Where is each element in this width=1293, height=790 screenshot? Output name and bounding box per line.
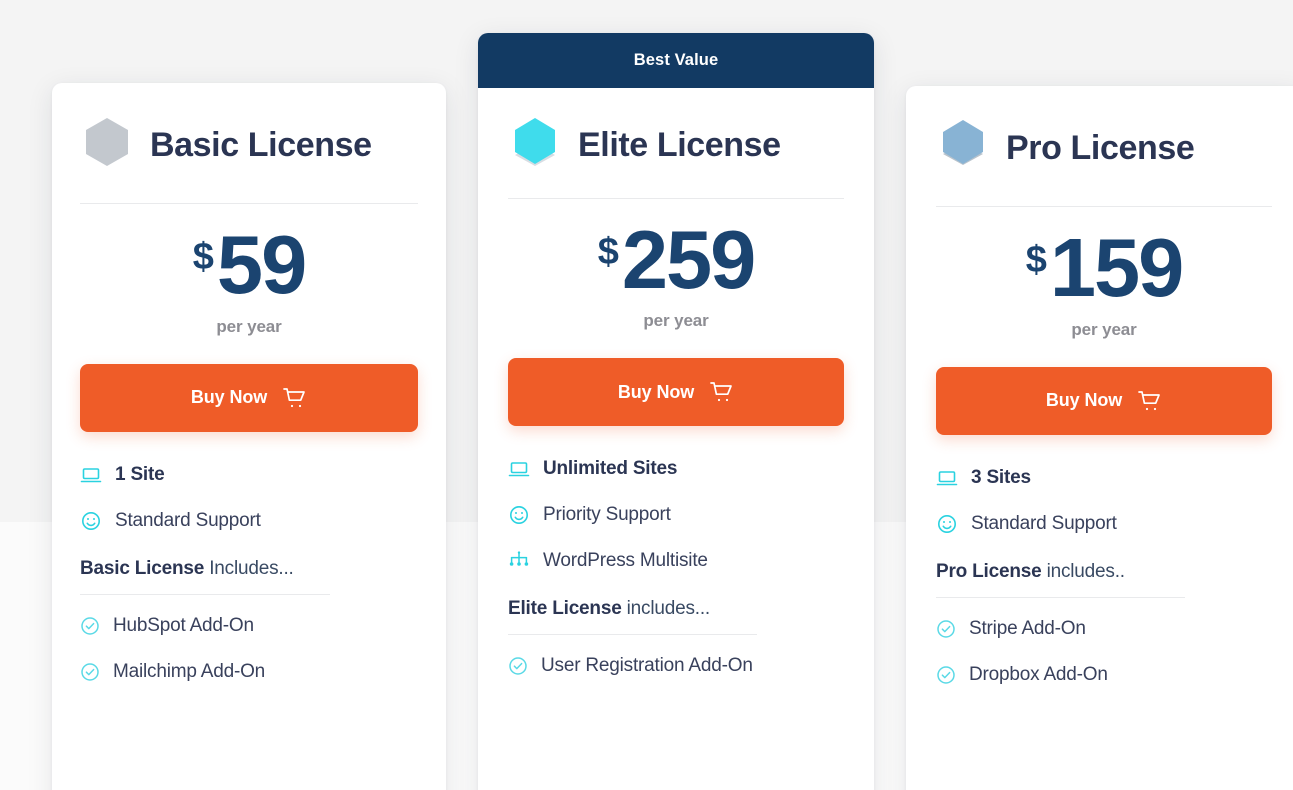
addons-basic: HubSpot Add-On Mailchimp Add-On <box>80 595 418 683</box>
feature-label: Unlimited Sites <box>543 458 678 480</box>
buy-wrap-elite: Buy Now <box>508 331 844 427</box>
pricing-card-pro[interactable]: Pro License $ 159 per year Buy Now 3 Sit… <box>906 86 1293 790</box>
feature-label: Priority Support <box>543 504 671 526</box>
feature-item: 3 Sites <box>936 467 1272 489</box>
hexagon-stack-cyan-icon <box>508 114 562 178</box>
buy-now-button-elite[interactable]: Buy Now <box>508 358 844 427</box>
buy-now-button-pro[interactable]: Buy Now <box>936 366 1272 435</box>
shopping-cart-icon <box>710 381 734 403</box>
plan-header-basic: Basic License <box>80 83 418 203</box>
includes-plan-name: Pro License <box>936 560 1042 582</box>
includes-suffix: includes... <box>621 598 711 620</box>
price-amount-basic: 59 <box>216 218 307 311</box>
plan-title-elite: Elite License <box>578 126 781 164</box>
card-body-elite: Elite License $ 259 per year Buy Now Unl… <box>478 88 874 678</box>
laptop-icon <box>508 458 530 480</box>
includes-title-elite: Elite License includes... <box>508 598 844 620</box>
plan-header-pro: Pro License <box>936 86 1272 206</box>
feature-label: 1 Site <box>115 463 165 485</box>
price-currency-elite: $ <box>597 230 619 273</box>
includes-title-pro: Pro License includes.. <box>936 561 1272 583</box>
card-body-basic: Basic License $ 59 per year Buy Now 1 Si… <box>52 83 446 683</box>
price-amount-elite: 259 <box>621 212 756 306</box>
pricing-card-basic[interactable]: Basic License $ 59 per year Buy Now 1 Si… <box>52 83 446 790</box>
features-pro: 3 Sites Standard Support <box>936 435 1272 535</box>
check-circle-icon <box>80 616 100 636</box>
includes-suffix: Includes... <box>204 557 294 579</box>
buy-wrap-pro: Buy Now <box>936 340 1272 435</box>
includes-title-basic: Basic License Includes... <box>80 558 418 580</box>
buy-wrap-basic: Buy Now <box>80 337 418 432</box>
pricing-cards-container: Basic License $ 59 per year Buy Now 1 Si… <box>0 0 1293 790</box>
price-block-elite: $ 259 per year <box>508 199 844 332</box>
price-period-pro: per year <box>1071 319 1137 339</box>
card-body-pro: Pro License $ 159 per year Buy Now 3 Sit… <box>906 86 1293 686</box>
pricing-card-elite[interactable]: Best Value Elite License $ 259 per year … <box>478 33 874 790</box>
plan-header-elite: Elite License <box>508 88 844 198</box>
addon-label: HubSpot Add-On <box>113 614 254 636</box>
addon-label: Dropbox Add-On <box>969 663 1108 685</box>
price-period-basic: per year <box>216 316 282 336</box>
includes-plan-name: Basic License <box>80 557 205 579</box>
buy-now-label-basic: Buy Now <box>190 387 268 408</box>
features-elite: Unlimited Sites Priority Support WordPre… <box>508 426 844 572</box>
price-amount-pro: 159 <box>1049 221 1184 314</box>
includes-plan-name: Elite License <box>508 598 622 620</box>
addon-label: Stripe Add-On <box>969 617 1086 639</box>
feature-item: Standard Support <box>936 513 1272 535</box>
feature-label: Standard Support <box>971 512 1117 534</box>
sitemap-icon <box>508 550 530 572</box>
check-circle-icon <box>80 662 100 682</box>
shopping-cart-icon <box>283 387 307 409</box>
price-block-pro: $ 159 per year <box>936 207 1272 340</box>
feature-item: WordPress Multisite <box>508 550 844 572</box>
includes-elite: Elite License includes... <box>508 572 844 636</box>
feature-item: Unlimited Sites <box>508 458 844 480</box>
price-elite: $ 259 <box>597 212 757 306</box>
price-block-basic: $ 59 per year <box>80 204 418 337</box>
price-period-elite: per year <box>643 311 709 331</box>
addon-item: HubSpot Add-On <box>80 615 418 637</box>
laptop-icon <box>936 467 958 489</box>
feature-label: WordPress Multisite <box>543 550 708 572</box>
laptop-icon <box>80 464 102 486</box>
check-circle-icon <box>936 619 956 639</box>
plan-title-basic: Basic License <box>150 125 372 164</box>
addon-item: User Registration Add-On <box>508 655 844 677</box>
price-basic: $ 59 <box>192 218 307 311</box>
addon-label: Mailchimp Add-On <box>113 660 266 682</box>
price-pro: $ 159 <box>1025 221 1185 314</box>
feature-item: Priority Support <box>508 504 844 526</box>
feature-label: 3 Sites <box>971 466 1031 488</box>
includes-basic: Basic License Includes... <box>80 532 418 595</box>
best-value-badge: Best Value <box>478 33 874 88</box>
feature-item: 1 Site <box>80 464 418 486</box>
addon-item: Stripe Add-On <box>936 618 1272 640</box>
buy-now-button-basic[interactable]: Buy Now <box>80 363 418 432</box>
addons-pro: Stripe Add-On Dropbox Add-On <box>936 598 1272 686</box>
plan-title-pro: Pro License <box>1006 128 1195 167</box>
buy-now-label-elite: Buy Now <box>617 381 695 402</box>
hexagon-gray-icon <box>80 113 134 177</box>
check-circle-icon <box>936 665 956 685</box>
check-circle-icon <box>508 656 528 676</box>
shopping-cart-icon <box>1138 390 1162 412</box>
includes-suffix: includes.. <box>1041 560 1125 582</box>
buy-now-label-pro: Buy Now <box>1045 390 1123 411</box>
smiley-icon <box>508 504 530 526</box>
feature-label: Standard Support <box>115 509 261 531</box>
addon-label: User Registration Add-On <box>541 655 753 677</box>
feature-item: Standard Support <box>80 510 418 532</box>
addon-item: Dropbox Add-On <box>936 664 1272 686</box>
features-basic: 1 Site Standard Support <box>80 432 418 532</box>
includes-pro: Pro License includes.. <box>936 535 1272 598</box>
price-currency-pro: $ <box>1025 239 1047 281</box>
hexagon-stack-blue-icon <box>936 116 990 180</box>
addons-elite: User Registration Add-On <box>508 635 844 677</box>
smiley-icon <box>80 510 102 532</box>
smiley-icon <box>936 513 958 535</box>
addon-item: Mailchimp Add-On <box>80 661 418 683</box>
price-currency-basic: $ <box>192 236 214 278</box>
